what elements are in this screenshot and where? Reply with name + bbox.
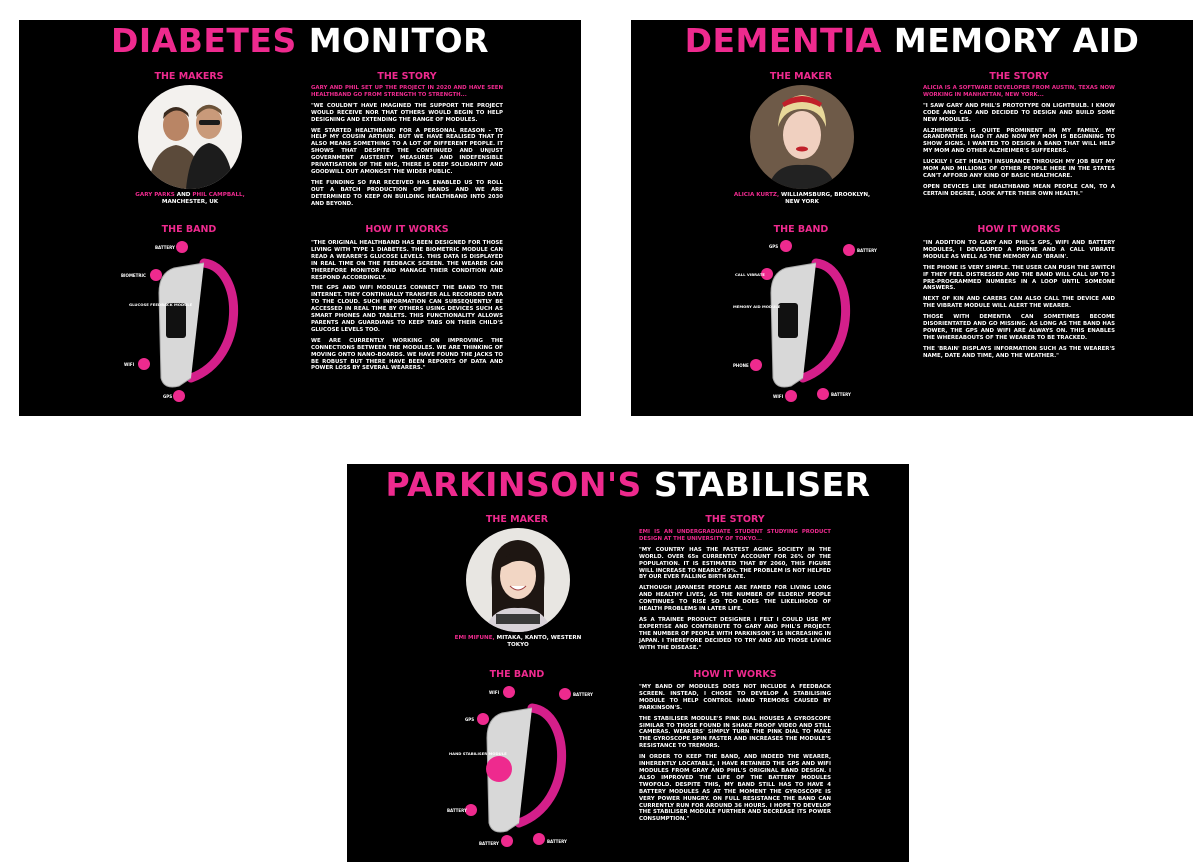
band-label-battery: BATTERY bbox=[155, 245, 175, 250]
band-heading: THE BAND bbox=[161, 224, 217, 235]
band-label-battery: BATTERY bbox=[573, 692, 593, 697]
battery-icon-4 bbox=[533, 833, 545, 845]
how-text: "IN ADDITION TO GARY AND PHIL'S GPS, WIF… bbox=[923, 240, 1115, 359]
wifi-icon bbox=[138, 358, 150, 370]
title-white: STABILISER bbox=[653, 465, 871, 504]
wifi-icon bbox=[503, 686, 515, 698]
title-pink: DIABETES bbox=[111, 21, 297, 60]
battery-icon bbox=[843, 244, 855, 256]
band-label-gps: GPS bbox=[769, 244, 778, 249]
band-diagram: WIFI BATTERY GPS HAND STABILISER MODULE … bbox=[447, 686, 593, 847]
story-text: GARY AND PHIL SET UP THE PROJECT IN 2020… bbox=[311, 85, 503, 207]
band-label-wifi: WIFI bbox=[489, 690, 500, 695]
panel-title: DEMENTIA MEMORY AID bbox=[631, 22, 1193, 60]
title-white: MEMORY AID bbox=[893, 21, 1140, 60]
maker-photo bbox=[466, 528, 570, 632]
band-label-gps: GPS bbox=[465, 717, 474, 722]
band-label-memory-aid: MEMORY AID MODULE bbox=[733, 304, 781, 309]
band-label-battery-4: BATTERY bbox=[547, 839, 567, 844]
brain-screen bbox=[778, 303, 798, 338]
maker-photo bbox=[750, 85, 854, 189]
band-label-battery-2: BATTERY bbox=[447, 808, 467, 813]
makers-heading: THE MAKERS bbox=[154, 71, 224, 82]
band-label-battery: BATTERY bbox=[857, 248, 877, 253]
how-text: "THE ORIGINAL HEALTHBAND HAS BEEN DESIGN… bbox=[311, 240, 503, 372]
phone-icon bbox=[750, 359, 762, 371]
battery-icon-2 bbox=[817, 388, 829, 400]
maker-caption: ALICIA KURTZ, WILLIAMSBURG, BROOKLYN, NE… bbox=[733, 192, 871, 205]
gps-icon bbox=[780, 240, 792, 252]
story-heading: THE STORY bbox=[377, 71, 437, 82]
title-pink: DEMENTIA bbox=[684, 21, 882, 60]
panel-title: PARKINSON'S STABILISER bbox=[347, 466, 909, 504]
band-label-biometric: BIOMETRIC bbox=[121, 273, 146, 278]
story-text: ALICIA IS A SOFTWARE DEVELOPER FROM AUST… bbox=[923, 85, 1115, 197]
makers-caption: GARY PARKS AND PHIL CAMPBALL, MANCHESTER… bbox=[135, 192, 245, 205]
maker-caption: EMI MIFUNE, MITAKA, KANTO, WESTERN TOKYO bbox=[454, 635, 582, 648]
battery-icon bbox=[559, 688, 571, 700]
battery-icon bbox=[176, 241, 188, 253]
wifi-icon bbox=[785, 390, 797, 402]
battery-icon-3 bbox=[501, 835, 513, 847]
parkinsons-stabiliser-panel: PARKINSON'S STABILISER THE MAKER EMI MIF… bbox=[347, 464, 909, 862]
how-heading: HOW IT WORKS bbox=[977, 224, 1061, 235]
band-label-gps: GPS bbox=[163, 394, 172, 399]
how-text: "MY BAND OF MODULES DOES NOT INCLUDE A F… bbox=[639, 684, 831, 823]
maker-heading: THE MAKER bbox=[485, 514, 549, 525]
gps-icon bbox=[173, 390, 185, 402]
band-label-call-vibrate: CALL VIBRATE bbox=[735, 272, 765, 277]
band-heading: THE BAND bbox=[773, 224, 829, 235]
band-label-phone: PHONE bbox=[733, 363, 749, 368]
panel-title: DIABETES MONITOR bbox=[19, 22, 581, 60]
diabetes-monitor-panel: DIABETES MONITOR THE MAKERS GARY PARKS A… bbox=[19, 20, 581, 416]
story-heading: THE STORY bbox=[705, 514, 765, 525]
band-label-glucose: GLUCOSE FEEDBACK MODULE bbox=[129, 302, 193, 307]
title-white: MONITOR bbox=[308, 21, 489, 60]
how-heading: HOW IT WORKS bbox=[365, 224, 449, 235]
title-pink: PARKINSON'S bbox=[385, 465, 642, 504]
story-heading: THE STORY bbox=[989, 71, 1049, 82]
band-label-battery-2: BATTERY bbox=[831, 392, 851, 397]
band-diagram: BATTERY BIOMETRIC GLUCOSE FEEDBACK MODUL… bbox=[121, 241, 238, 402]
feedback-screen bbox=[166, 303, 186, 338]
stabiliser-dial bbox=[486, 756, 512, 782]
band-diagram: GPS BATTERY CALL VIBRATE MEMORY AID MODU… bbox=[733, 240, 877, 402]
maker-heading: THE MAKER bbox=[769, 71, 833, 82]
band-label-wifi: WIFI bbox=[124, 362, 135, 367]
how-heading: HOW IT WORKS bbox=[693, 669, 777, 680]
band-label-stabiliser: HAND STABILISER MODULE bbox=[449, 751, 507, 756]
biometric-icon bbox=[150, 269, 162, 281]
band-heading: THE BAND bbox=[489, 669, 545, 680]
gps-icon bbox=[477, 713, 489, 725]
band-label-wifi: WIFI bbox=[773, 394, 784, 399]
dementia-memory-aid-panel: DEMENTIA MEMORY AID THE MAKER ALICIA KUR… bbox=[631, 20, 1193, 416]
band-label-battery-3: BATTERY bbox=[479, 841, 499, 846]
story-text: EMI IS AN UNDERGRADUATE STUDENT STUDYING… bbox=[639, 529, 831, 651]
makers-photo bbox=[138, 85, 242, 189]
